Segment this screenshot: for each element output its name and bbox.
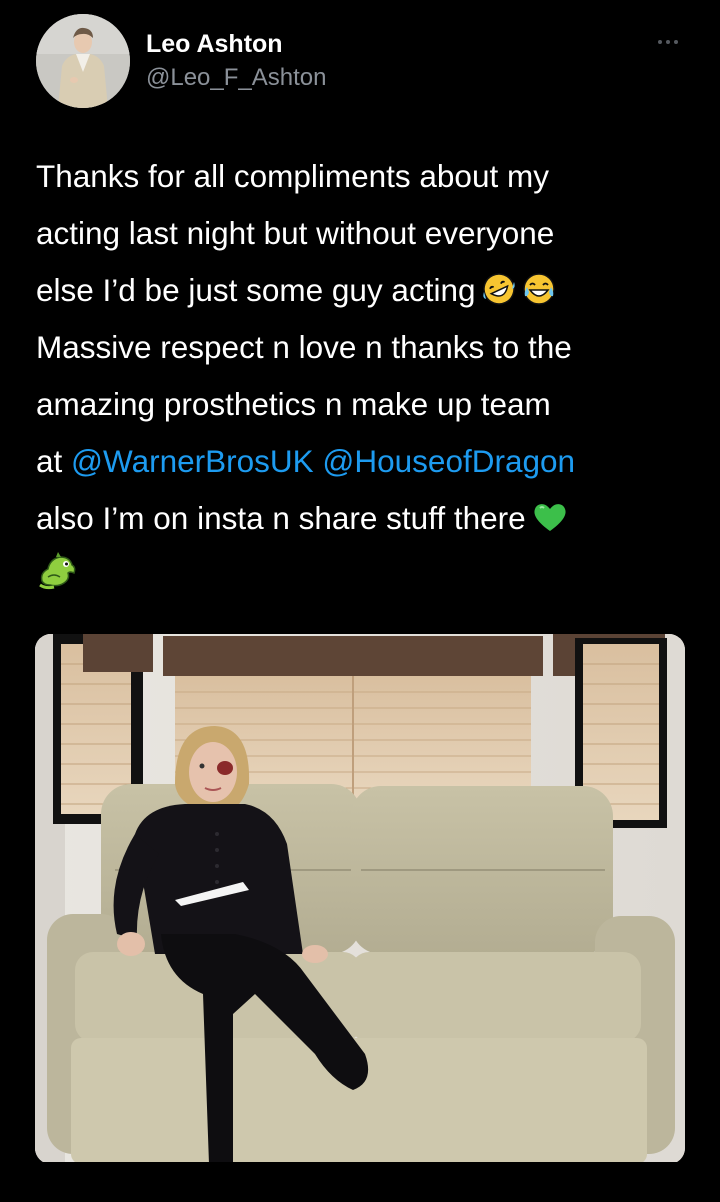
mention-warnerbrosuk-link[interactable]: @WarnerBrosUK xyxy=(71,443,314,479)
tweet-text: Thanks for all compliments about my acti… xyxy=(36,148,696,604)
tweet-line: Massive respect n love n thanks to the xyxy=(36,329,572,365)
tweet-line-text: else I’d be just some guy acting xyxy=(36,272,476,308)
tweet-line: at @WarnerBrosUK @HouseofDragon xyxy=(36,433,696,490)
rolling-on-floor-laughing-emoji-icon xyxy=(482,267,516,324)
green-heart-emoji-icon xyxy=(532,495,568,552)
tweet-line-text: also I’m on insta n share stuff there xyxy=(36,500,526,536)
dragon-emoji-icon xyxy=(36,551,80,609)
mention-houseofdragon-link[interactable]: @HouseofDragon xyxy=(322,443,575,479)
more-dot-icon xyxy=(658,40,662,44)
tweet-line: acting last night but without everyone xyxy=(36,215,555,251)
avatar-photo xyxy=(36,14,130,108)
more-dot-icon xyxy=(674,40,678,44)
author-handle[interactable]: @Leo_F_Ashton xyxy=(146,64,326,92)
bottom-divider xyxy=(0,1162,720,1202)
tweet-line: amazing prosthetics n make up team xyxy=(36,386,551,422)
author-name[interactable]: Leo Ashton xyxy=(146,30,283,59)
tears-of-joy-emoji-icon xyxy=(522,267,556,324)
tweet-line: else I’d be just some guy acting xyxy=(36,262,696,319)
tweet-photo[interactable] xyxy=(35,634,685,1164)
tweet-line: Thanks for all compliments about my xyxy=(36,158,549,194)
tweet-line: also I’m on insta n share stuff there xyxy=(36,490,696,547)
photo-image xyxy=(35,634,685,1164)
tweet-line-text: at xyxy=(36,443,63,479)
more-dot-icon xyxy=(666,40,670,44)
avatar[interactable] xyxy=(36,14,130,108)
more-options-button[interactable] xyxy=(648,30,688,54)
tweet-card: Leo Ashton @Leo_F_Ashton Thanks for all … xyxy=(0,0,720,1202)
tweet-line xyxy=(36,547,696,604)
